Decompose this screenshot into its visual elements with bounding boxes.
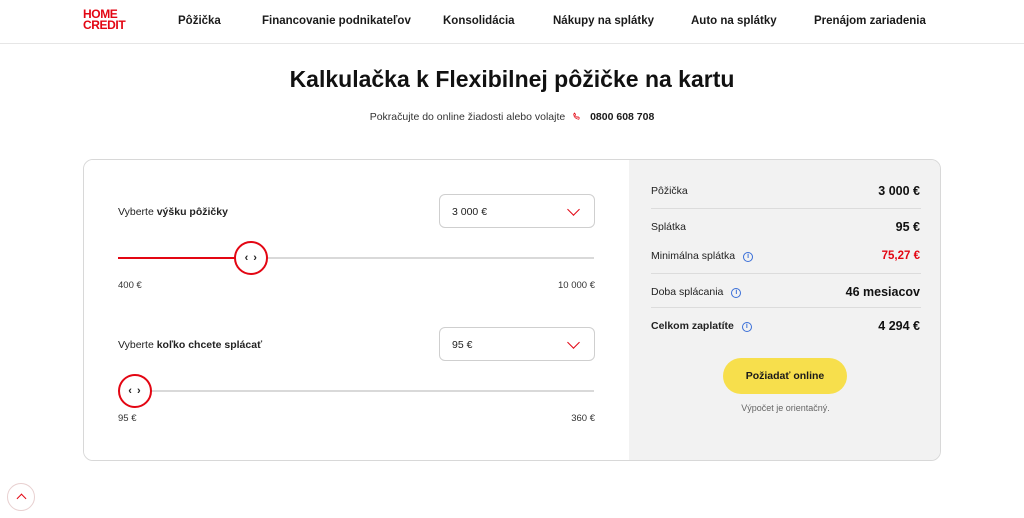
payment-label: Vyberte koľko chcete splácať <box>118 339 262 351</box>
payment-slider-track[interactable] <box>118 390 594 392</box>
amount-label-bold: výšku pôžičky <box>156 206 228 218</box>
calculator-card: Vyberte výšku pôžičky 3 000 € ‹ › 400 € … <box>83 159 941 461</box>
divider <box>651 208 921 209</box>
summary-installment-value: 95 € <box>895 220 920 234</box>
payment-select[interactable]: 95 € <box>439 327 595 361</box>
payment-label-bold: koľko chcete splácať <box>156 339 263 351</box>
summary-duration-value: 46 mesiacov <box>845 285 920 299</box>
amount-min-label: 400 € <box>118 280 142 291</box>
amount-select[interactable]: 3 000 € <box>439 194 595 228</box>
summary-min-installment-label: Minimálna splátka i <box>651 250 754 262</box>
chevron-down-icon <box>567 203 580 216</box>
summary-loan-label: Pôžička <box>651 185 688 197</box>
nav-item-konsolidacia[interactable]: Konsolidácia <box>443 15 515 27</box>
site-header: HOME CREDIT Pôžička Financovanie podnika… <box>0 0 1024 44</box>
phone-number-link[interactable]: 0800 608 708 <box>590 111 654 123</box>
estimate-note: Výpočet je orientačný. <box>741 403 830 413</box>
payment-label-prefix: Vyberte <box>118 339 157 351</box>
amount-label-prefix: Vyberte <box>118 206 157 218</box>
info-icon[interactable]: i <box>743 252 754 262</box>
amount-max-label: 10 000 € <box>558 280 595 291</box>
chevron-up-icon <box>16 493 27 504</box>
divider <box>651 307 921 308</box>
summary-min-installment-value: 75,27 € <box>881 250 920 262</box>
payment-select-value: 95 € <box>452 339 473 351</box>
payment-min-label: 95 € <box>118 413 137 424</box>
phone-icon <box>572 112 581 123</box>
summary-installment-label: Splátka <box>651 221 687 233</box>
summary-total-text: Celkom zaplatíte <box>651 320 734 332</box>
summary-duration-text: Doba splácania <box>651 286 724 298</box>
amount-slider-fill <box>118 257 252 259</box>
summary-min-installment-text: Minimálna splátka <box>651 250 736 262</box>
divider <box>651 273 921 274</box>
summary-total-label: Celkom zaplatíte i <box>651 320 752 332</box>
payment-slider-handle[interactable]: ‹ › <box>118 374 152 408</box>
amount-select-value: 3 000 € <box>452 206 488 218</box>
payment-max-label: 360 € <box>571 413 595 424</box>
contact-subtitle: Pokračujte do online žiadosti alebo vola… <box>0 111 1024 123</box>
info-icon[interactable]: i <box>741 322 752 332</box>
page-title: Kalkulačka k Flexibilnej pôžičke na kart… <box>289 66 735 92</box>
amount-slider-handle[interactable]: ‹ › <box>234 241 269 275</box>
calculator-inputs: Vyberte výšku pôžičky 3 000 € ‹ › 400 € … <box>84 160 629 460</box>
summary-duration-label: Doba splácania i <box>651 286 742 298</box>
info-icon[interactable]: i <box>731 288 742 298</box>
contact-text: Pokračujte do online žiadosti alebo vola… <box>369 111 566 123</box>
chevron-down-icon <box>567 336 580 349</box>
summary-panel: Pôžička 3 000 € Splátka 95 € Minimálna s… <box>629 160 940 460</box>
nav-item-pozicka[interactable]: Pôžička <box>178 15 221 27</box>
home-credit-logo[interactable]: HOME CREDIT <box>83 8 139 32</box>
nav-item-nakupy-na-splatky[interactable]: Nákupy na splátky <box>553 15 654 27</box>
summary-total-value: 4 294 € <box>878 319 920 333</box>
logo-line-2: CREDIT <box>83 18 126 32</box>
amount-label: Vyberte výšku pôžičky <box>118 206 228 218</box>
nav-item-prenajom-zariadenia[interactable]: Prenájom zariadenia <box>814 15 926 27</box>
nav-item-auto-na-splatky[interactable]: Auto na splátky <box>691 15 777 27</box>
scroll-to-top-button[interactable] <box>7 483 35 511</box>
apply-online-button[interactable]: Požiadať online <box>723 358 847 394</box>
summary-loan-value: 3 000 € <box>878 184 920 198</box>
nav-item-financovanie-podnikatelov[interactable]: Financovanie podnikateľov <box>262 15 411 27</box>
